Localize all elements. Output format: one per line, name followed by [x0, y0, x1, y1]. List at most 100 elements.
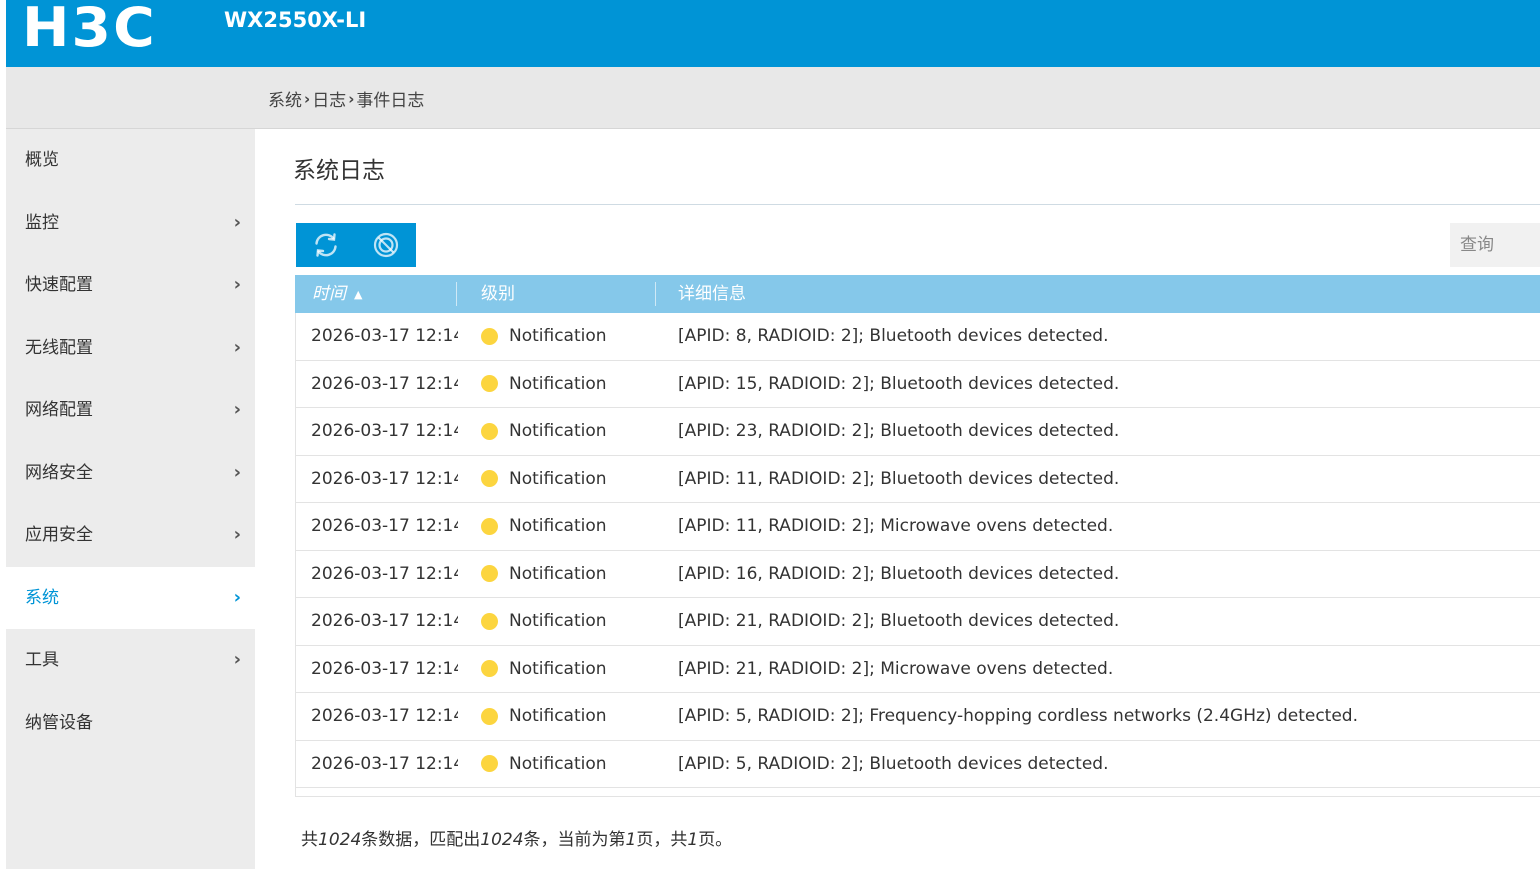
cell-detail: [APID: 5, RADIOID: 2]; Bluetooth devices…	[678, 753, 1109, 774]
sidebar-item-label: 快速配置	[25, 275, 93, 295]
cell-time: 2026-03-17 12:14...	[311, 421, 458, 442]
cell-time: 2026-03-17 12:14...	[311, 326, 458, 347]
sidebar-item-system[interactable]: 系统 ›	[6, 566, 255, 629]
table-row[interactable]: 2026-03-17 12:14... Notification [APID: …	[295, 503, 1540, 551]
total-count: 1024	[318, 830, 362, 850]
notification-dot-icon	[481, 422, 498, 440]
sidebar-item-label: 网络配置	[25, 400, 93, 420]
cell-time: 2026-03-17 12:14...	[311, 563, 458, 584]
breadcrumb-item-log[interactable]: 日志	[312, 86, 346, 111]
chevron-right-icon: ›	[233, 211, 241, 233]
chevron-right-icon: ›	[233, 399, 241, 420]
table-row[interactable]: 2026-03-17 12:14... Notification [APID: …	[295, 455, 1540, 503]
refresh-icon	[315, 233, 337, 257]
cell-time: 2026-03-17 12:14...	[311, 611, 458, 632]
table-footer-spacer	[295, 788, 1540, 797]
notification-dot-icon	[481, 327, 498, 345]
clear-icon	[373, 232, 399, 258]
query-input[interactable]: 查询	[1450, 223, 1540, 267]
sidebar-item-monitor[interactable]: 监控 ›	[6, 192, 255, 255]
cell-time: 2026-03-17 12:14...	[311, 658, 458, 679]
cell-level: Notification	[458, 326, 657, 346]
top-header: H3C WX2550X-LI	[6, 0, 1540, 67]
breadcrumb-item-system[interactable]: 系统	[268, 86, 302, 111]
current-page: 1	[625, 830, 637, 850]
breadcrumb-bar: 系统 › 日志 › 事件日志	[6, 67, 1540, 129]
notification-dot-icon	[481, 517, 498, 535]
cell-level: Notification	[458, 374, 657, 394]
sidebar-item-network-security[interactable]: 网络安全 ›	[6, 442, 255, 505]
cell-detail: [APID: 23, RADIOID: 2]; Bluetooth device…	[678, 421, 1120, 442]
sidebar-nav: 概览 监控 › 快速配置 › 无线配置 › 网络配置 › 网络安全 › 应用安全 › 系统 ›…	[6, 129, 255, 869]
cell-detail: [APID: 15, RADIOID: 2]; Bluetooth device…	[678, 373, 1120, 394]
cell-level: Notification	[458, 516, 657, 536]
chevron-right-icon: ›	[233, 649, 241, 670]
column-header-time[interactable]: 时间 ▲	[295, 275, 457, 313]
cell-detail: [APID: 8, RADIOID: 2]; Bluetooth devices…	[678, 326, 1109, 347]
matched-count: 1024	[480, 830, 524, 850]
sidebar-item-label: 监控	[25, 212, 59, 233]
device-model: WX2550X-LI	[224, 8, 367, 32]
cell-level: Notification	[458, 611, 657, 631]
notification-dot-icon	[481, 375, 498, 393]
cell-level: Notification	[458, 421, 657, 441]
clear-log-button[interactable]	[356, 223, 416, 267]
sidebar-item-overview[interactable]: 概览	[6, 129, 255, 192]
cell-time: 2026-03-17 12:14...	[311, 706, 458, 727]
sidebar-item-label: 应用安全	[25, 525, 93, 545]
table-row[interactable]: 2026-03-17 12:14... Notification [APID: …	[295, 550, 1540, 598]
cell-detail: [APID: 11, RADIOID: 2]; Microwave ovens …	[678, 516, 1114, 537]
chevron-right-icon: ›	[233, 274, 241, 295]
cell-detail: [APID: 21, RADIOID: 2]; Bluetooth device…	[678, 611, 1120, 632]
cell-level: Notification	[458, 659, 657, 679]
main-content: 系统日志 查询 时间 ▲ 级别 详细信息 2026-03-17 12:1 Not…	[255, 129, 1540, 869]
table-row[interactable]: 2026-03-17 12:14... Notification [APID: …	[295, 313, 1540, 361]
table-row[interactable]: 2026-03-17 12:14... Notification [APID: …	[295, 740, 1540, 788]
column-header-level[interactable]: 级别	[457, 275, 656, 313]
sidebar-item-label: 系统	[25, 587, 59, 608]
table-header: 时间 ▲ 级别 详细信息	[295, 275, 1540, 313]
chevron-right-icon: ›	[233, 461, 241, 483]
sidebar-item-app-security[interactable]: 应用安全 ›	[6, 504, 255, 567]
sidebar-item-label: 纳管设备	[25, 712, 93, 733]
toolbar	[296, 223, 416, 267]
cell-level: Notification	[458, 564, 657, 584]
refresh-button[interactable]	[296, 223, 356, 267]
notification-dot-icon	[481, 755, 498, 773]
cell-detail: [APID: 21, RADIOID: 2]; Microwave ovens …	[678, 658, 1114, 679]
divider	[295, 204, 1540, 205]
log-table: 时间▲ 级别 详细信息 2026-03-17 12:14... Notifica…	[295, 275, 1540, 797]
sort-asc-icon: ▲	[354, 288, 363, 301]
table-row[interactable]: 2026-03-17 12:14... Notification [APID: …	[295, 360, 1540, 408]
table-row[interactable]: 2026-03-17 12:14... Notification [APID: …	[295, 598, 1540, 646]
sidebar-item-label: 无线配置	[25, 337, 93, 358]
cell-time: 2026-03-17 12:14...	[311, 373, 458, 394]
sidebar-item-network-config[interactable]: 网络配置 ›	[6, 379, 255, 442]
cell-time: 2026-03-17 12:14...	[311, 468, 458, 489]
total-pages: 1	[687, 830, 699, 850]
chevron-right-icon: ›	[304, 89, 311, 108]
table-row[interactable]: 2026-03-17 12:14... Notification [APID: …	[295, 693, 1540, 741]
sidebar-item-quick-config[interactable]: 快速配置 ›	[6, 254, 255, 317]
page-title: 系统日志	[293, 158, 385, 184]
breadcrumb-item-event-log: 事件日志	[356, 91, 425, 111]
chevron-right-icon: ›	[233, 586, 241, 608]
sidebar-item-wireless-config[interactable]: 无线配置 ›	[6, 317, 255, 380]
column-header-detail[interactable]: 详细信息	[656, 275, 1540, 313]
sidebar-item-tools[interactable]: 工具 ›	[6, 629, 255, 692]
cell-detail: [APID: 5, RADIOID: 2]; Frequency-hopping…	[678, 706, 1358, 727]
notification-dot-icon	[481, 707, 498, 725]
cell-level: Notification	[458, 754, 657, 774]
table-row[interactable]: 2026-03-17 12:14... Notification [APID: …	[295, 645, 1540, 693]
table-row[interactable]: 2026-03-17 12:14... Notification [APID: …	[295, 408, 1540, 456]
notification-dot-icon	[481, 470, 498, 488]
cell-detail: [APID: 11, RADIOID: 2]; Bluetooth device…	[678, 468, 1120, 489]
sidebar-item-managed-devices[interactable]: 纳管设备	[6, 692, 255, 755]
h3c-logo: H3C	[22, 0, 157, 59]
notification-dot-icon	[481, 612, 498, 630]
notification-dot-icon	[481, 660, 498, 678]
chevron-right-icon: ›	[233, 336, 241, 358]
chevron-right-icon: ›	[233, 524, 241, 545]
sidebar-item-label: 概览	[25, 150, 59, 170]
cell-time: 2026-03-17 12:14...	[311, 516, 458, 537]
